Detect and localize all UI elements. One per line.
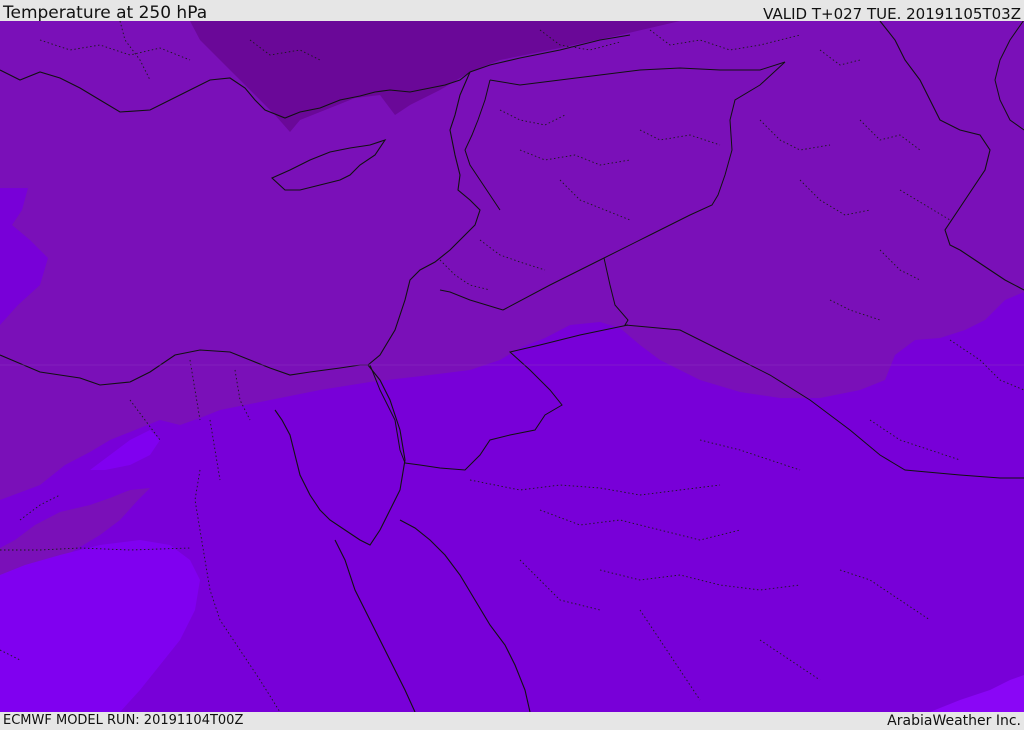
header-bar: Temperature at 250 hPa VALID T+027 TUE. … — [0, 0, 1024, 23]
footer-bar: ECMWF MODEL RUN: 20191104T00Z ArabiaWeat… — [0, 712, 1024, 729]
map-title: Temperature at 250 hPa — [3, 3, 208, 23]
map-canvas — [0, 21, 1024, 712]
model-run-label: ECMWF MODEL RUN: 20191104T00Z — [3, 713, 244, 728]
temperature-map[interactable] — [0, 21, 1024, 712]
credit-label: ArabiaWeather Inc. — [887, 713, 1021, 729]
